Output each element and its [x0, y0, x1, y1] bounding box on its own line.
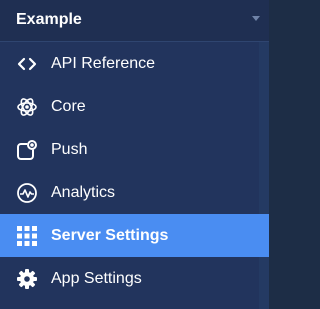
app-name: Example	[16, 11, 82, 28]
app-switcher[interactable]: Example	[0, 0, 269, 42]
atom-icon	[16, 96, 38, 118]
sidebar-item-label: Analytics	[51, 184, 116, 201]
sidebar-item-label: Core	[51, 98, 86, 115]
caret-down-icon[interactable]	[252, 16, 260, 21]
sidebar-item-push[interactable]: Push	[0, 128, 259, 171]
sidebar-item-api-reference[interactable]: API Reference	[0, 42, 259, 85]
push-notification-icon	[16, 139, 38, 161]
sidebar-item-label: App Settings	[51, 270, 142, 287]
code-brackets-icon	[16, 53, 38, 75]
grid-icon	[16, 225, 38, 247]
sidebar: Example API Reference Core Push Analytic…	[0, 0, 269, 309]
sidebar-item-label: Push	[51, 141, 88, 158]
sidebar-item-analytics[interactable]: Analytics	[0, 171, 259, 214]
gear-icon	[16, 268, 38, 290]
sidebar-item-server-settings[interactable]: Server Settings	[0, 214, 269, 257]
sidebar-item-app-settings[interactable]: App Settings	[0, 257, 259, 300]
sidebar-item-core[interactable]: Core	[0, 85, 259, 128]
analytics-pulse-icon	[16, 182, 38, 204]
sidebar-edge	[259, 42, 269, 309]
sidebar-item-label: Server Settings	[51, 227, 169, 244]
sidebar-nav: API Reference Core Push Analytics Server…	[0, 42, 269, 300]
sidebar-item-label: API Reference	[51, 55, 156, 72]
